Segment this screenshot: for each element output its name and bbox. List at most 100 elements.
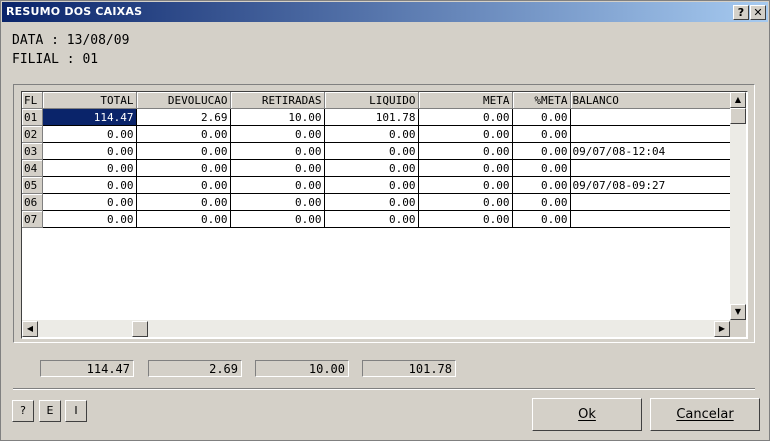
cell-pct-meta[interactable]: 0.00 — [512, 176, 571, 194]
table-row[interactable]: 07 0.00 0.00 0.00 0.00 0.00 0.00 — [22, 210, 731, 228]
cell-fl[interactable]: 04 — [22, 159, 43, 177]
header-retiradas[interactable]: RETIRADAS — [230, 92, 325, 109]
header-total[interactable]: TOTAL — [42, 92, 137, 109]
cell-meta[interactable]: 0.00 — [418, 125, 513, 143]
caixas-table: FL TOTAL DEVOLUCAO RETIRADAS LIQUIDO MET… — [22, 92, 731, 228]
cell-meta[interactable]: 0.00 — [418, 210, 513, 228]
cell-liquido[interactable]: 0.00 — [324, 193, 419, 211]
data-label: DATA : 13/08/09 — [12, 33, 130, 48]
cell-balanco[interactable] — [570, 108, 731, 126]
vertical-scrollbar[interactable]: ▲ ▼ — [730, 92, 746, 320]
help-title-button[interactable]: ? — [733, 5, 749, 20]
cell-retiradas[interactable]: 0.00 — [230, 210, 325, 228]
cell-fl[interactable]: 02 — [22, 125, 43, 143]
cell-retiradas[interactable]: 10.00 — [230, 108, 325, 126]
cell-meta[interactable]: 0.00 — [418, 193, 513, 211]
cell-total[interactable]: 0.00 — [42, 210, 137, 228]
devolucao-sum-field: 2.69 — [148, 360, 242, 377]
cell-fl[interactable]: 05 — [22, 176, 43, 194]
scroll-up-icon[interactable]: ▲ — [730, 92, 746, 108]
total-sum-field: 114.47 — [40, 360, 134, 377]
cell-fl[interactable]: 03 — [22, 142, 43, 160]
cell-total[interactable]: 114.47 — [42, 108, 137, 126]
cell-retiradas[interactable]: 0.00 — [230, 142, 325, 160]
cell-devolucao[interactable]: 0.00 — [136, 142, 231, 160]
cell-fl[interactable]: 06 — [22, 193, 43, 211]
table-row[interactable]: 04 0.00 0.00 0.00 0.00 0.00 0.00 — [22, 159, 731, 177]
scroll-down-icon[interactable]: ▼ — [730, 304, 746, 320]
cell-balanco[interactable] — [570, 210, 731, 228]
filial-label: FILIAL : 01 — [12, 52, 99, 67]
header-balanco[interactable]: BALANCO — [570, 92, 731, 109]
table-row[interactable]: 05 0.00 0.00 0.00 0.00 0.00 0.00 09/07/0… — [22, 176, 731, 194]
cell-liquido[interactable]: 0.00 — [324, 210, 419, 228]
ok-button[interactable]: Ok — [532, 398, 642, 431]
cell-devolucao[interactable]: 0.00 — [136, 125, 231, 143]
header-pct-meta[interactable]: %META — [512, 92, 571, 109]
horizontal-scroll-thumb[interactable] — [132, 321, 148, 337]
cell-pct-meta[interactable]: 0.00 — [512, 210, 571, 228]
resumo-dialog: RESUMO DOS CAIXAS ? ✕ DATA : 13/08/09 FI… — [0, 0, 770, 441]
header-meta[interactable]: META — [418, 92, 513, 109]
cell-total[interactable]: 0.00 — [42, 142, 137, 160]
cell-fl[interactable]: 01 — [22, 108, 43, 126]
cell-meta[interactable]: 0.00 — [418, 108, 513, 126]
caixas-grid[interactable]: FL TOTAL DEVOLUCAO RETIRADAS LIQUIDO MET… — [21, 91, 748, 339]
table-row[interactable]: 03 0.00 0.00 0.00 0.00 0.00 0.00 09/07/0… — [22, 142, 731, 160]
e-button[interactable]: E — [39, 400, 61, 422]
cell-liquido[interactable]: 101.78 — [324, 108, 419, 126]
cell-pct-meta[interactable]: 0.00 — [512, 193, 571, 211]
cell-retiradas[interactable]: 0.00 — [230, 125, 325, 143]
cell-devolucao[interactable]: 0.00 — [136, 176, 231, 194]
cell-liquido[interactable]: 0.00 — [324, 176, 419, 194]
cell-total[interactable]: 0.00 — [42, 176, 137, 194]
cell-retiradas[interactable]: 0.00 — [230, 176, 325, 194]
cell-liquido[interactable]: 0.00 — [324, 142, 419, 160]
retiradas-sum-field: 10.00 — [255, 360, 349, 377]
title-bar: RESUMO DOS CAIXAS ? ✕ — [2, 2, 768, 22]
cell-balanco[interactable]: 09/07/08-09:27 — [570, 176, 731, 194]
horizontal-scrollbar[interactable]: ◀ ▶ — [22, 320, 730, 337]
cell-fl[interactable]: 07 — [22, 210, 43, 228]
cell-pct-meta[interactable]: 0.00 — [512, 125, 571, 143]
cell-retiradas[interactable]: 0.00 — [230, 159, 325, 177]
window-title: RESUMO DOS CAIXAS — [6, 5, 143, 18]
cell-meta[interactable]: 0.00 — [418, 159, 513, 177]
cancel-button[interactable]: Cancelar — [650, 398, 760, 431]
cell-pct-meta[interactable]: 0.00 — [512, 108, 571, 126]
cell-total[interactable]: 0.00 — [42, 193, 137, 211]
cell-liquido[interactable]: 0.00 — [324, 159, 419, 177]
cell-devolucao[interactable]: 0.00 — [136, 210, 231, 228]
table-row[interactable]: 06 0.00 0.00 0.00 0.00 0.00 0.00 — [22, 193, 731, 211]
header-row: FL TOTAL DEVOLUCAO RETIRADAS LIQUIDO MET… — [22, 92, 731, 109]
cell-meta[interactable]: 0.00 — [418, 176, 513, 194]
scroll-left-icon[interactable]: ◀ — [22, 321, 38, 337]
cell-balanco[interactable] — [570, 125, 731, 143]
i-button[interactable]: I — [65, 400, 87, 422]
cell-retiradas[interactable]: 0.00 — [230, 193, 325, 211]
header-liquido[interactable]: LIQUIDO — [324, 92, 419, 109]
header-fl[interactable]: FL — [22, 92, 43, 109]
liquido-sum-field: 101.78 — [362, 360, 456, 377]
cell-balanco[interactable]: 09/07/08-12:04 — [570, 142, 731, 160]
scroll-right-icon[interactable]: ▶ — [714, 321, 730, 337]
table-row[interactable]: 01 114.47 2.69 10.00 101.78 0.00 0.00 — [22, 108, 731, 126]
scrollbar-corner — [730, 320, 746, 337]
cell-balanco[interactable] — [570, 159, 731, 177]
cell-pct-meta[interactable]: 0.00 — [512, 159, 571, 177]
cell-balanco[interactable] — [570, 193, 731, 211]
help-button[interactable]: ? — [12, 400, 34, 422]
cell-total[interactable]: 0.00 — [42, 125, 137, 143]
table-row[interactable]: 02 0.00 0.00 0.00 0.00 0.00 0.00 — [22, 125, 731, 143]
vertical-scroll-thumb[interactable] — [730, 108, 746, 124]
header-devolucao[interactable]: DEVOLUCAO — [136, 92, 231, 109]
close-button[interactable]: ✕ — [750, 5, 766, 20]
cell-meta[interactable]: 0.00 — [418, 142, 513, 160]
separator — [13, 388, 755, 390]
cell-devolucao[interactable]: 0.00 — [136, 159, 231, 177]
cell-liquido[interactable]: 0.00 — [324, 125, 419, 143]
cell-pct-meta[interactable]: 0.00 — [512, 142, 571, 160]
cell-devolucao[interactable]: 2.69 — [136, 108, 231, 126]
cell-devolucao[interactable]: 0.00 — [136, 193, 231, 211]
cell-total[interactable]: 0.00 — [42, 159, 137, 177]
